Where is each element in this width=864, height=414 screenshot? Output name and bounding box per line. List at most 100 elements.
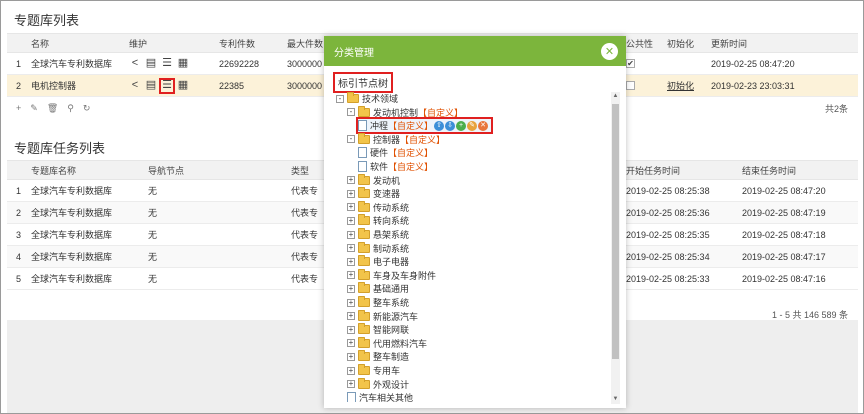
expand-icon[interactable]: +: [347, 325, 355, 334]
pagination-info: 1 - 5 共 146 589 条: [771, 310, 848, 320]
search-icon[interactable]: ⚲: [67, 103, 74, 114]
col-max: 最大件数: [287, 38, 324, 49]
public-checkbox[interactable]: ✔: [626, 59, 635, 68]
row-public: ✔: [626, 53, 635, 74]
move-up-icon[interactable]: ⇧: [434, 120, 445, 131]
expand-icon[interactable]: +: [347, 298, 355, 307]
expand-icon[interactable]: +: [347, 380, 355, 389]
dialog-title: 分类管理: [334, 48, 374, 59]
tree-node[interactable]: + 智能网联: [347, 323, 409, 336]
tree-node[interactable]: + 专用车: [347, 364, 400, 377]
collapse-icon[interactable]: -: [347, 135, 355, 144]
col-start: 开始任务时间: [626, 165, 681, 176]
scroll-up-icon[interactable]: ▲: [611, 92, 620, 101]
add-node-icon[interactable]: +: [456, 120, 467, 131]
tree-node[interactable]: - 技术领域: [336, 92, 398, 105]
row-max: 3000000: [287, 58, 323, 69]
expand-icon[interactable]: +: [347, 230, 355, 239]
tree-node[interactable]: - 控制器 【自定义】: [347, 132, 445, 146]
row-type: 代表专: [291, 230, 319, 240]
tree-node[interactable]: + 新能源汽车: [347, 309, 418, 323]
tree-node[interactable]: + 车身及车身附件: [347, 268, 437, 282]
topic-library-list-title: 专题库列表: [14, 13, 80, 28]
expand-icon[interactable]: +: [347, 244, 355, 253]
file-icon: [358, 161, 367, 172]
tree-node[interactable]: + 转向系统: [347, 214, 409, 227]
row-end: 2019-02-25 08:47:17: [742, 251, 826, 262]
add-icon[interactable]: +: [16, 103, 21, 113]
col-public: 公共性: [626, 38, 654, 49]
public-checkbox[interactable]: [626, 81, 635, 90]
expand-icon[interactable]: +: [347, 176, 355, 185]
tree-node[interactable]: + 传动系统: [347, 200, 410, 214]
file-icon: [347, 392, 356, 402]
expand-icon[interactable]: +: [347, 257, 355, 266]
share-icon[interactable]: <: [129, 58, 141, 70]
row-index: 3: [16, 229, 22, 240]
tree-node[interactable]: + 变速器: [347, 187, 400, 200]
expand-icon[interactable]: +: [347, 216, 355, 225]
list-icon[interactable]: ☰: [159, 77, 175, 94]
edit-doc-icon[interactable]: ▤: [145, 58, 157, 70]
collapse-icon[interactable]: -: [347, 108, 355, 117]
tree-node[interactable]: - 发动机控制 【自定义】: [347, 105, 463, 119]
tree-node[interactable]: + 整车系统: [347, 296, 409, 309]
tree-scrollbar[interactable]: ▲ ▼: [611, 92, 620, 404]
tree-node[interactable]: + 发动机: [347, 173, 400, 187]
expand-icon[interactable]: +: [347, 284, 355, 293]
col-name: 名称: [31, 38, 50, 49]
tree-node[interactable]: 汽车相关其他: [347, 391, 413, 402]
expand-icon[interactable]: +: [347, 339, 355, 348]
share-icon[interactable]: <: [129, 80, 141, 92]
edit-doc-icon[interactable]: ▤: [145, 80, 157, 92]
edit-node-icon[interactable]: ✎: [467, 120, 478, 131]
tree-node[interactable]: + 悬架系统: [347, 228, 409, 241]
tree-node[interactable]: + 制动系统: [347, 241, 409, 255]
tree-node-label: 控制器: [373, 134, 401, 145]
tree-node[interactable]: 软件 【自定义】: [358, 160, 433, 173]
custom-tag: 【自定义】: [388, 162, 434, 172]
tree-node[interactable]: + 电子电器: [347, 255, 409, 268]
row-start: 2019-02-25 08:25:36: [626, 207, 710, 218]
tree-node-label: 整车系统: [373, 298, 410, 308]
tree-node[interactable]: + 整车制造: [347, 350, 409, 363]
row-type: 代表专: [291, 274, 319, 284]
delete-icon[interactable]: 🗑: [47, 103, 58, 114]
init-link[interactable]: 初始化: [667, 79, 694, 92]
tree-node-label: 车身及车身附件: [373, 270, 437, 281]
grid-icon[interactable]: ▦: [177, 58, 189, 70]
col-count: 专利件数: [219, 38, 256, 49]
tree-node-label: 电子电器: [373, 257, 410, 268]
close-icon[interactable]: ✕: [601, 43, 618, 60]
tree-node[interactable]: + 外观设计: [347, 377, 409, 391]
tree-node-label: 软件: [370, 162, 389, 172]
grid-icon[interactable]: ▦: [177, 80, 189, 92]
row-updated: 2019-02-25 08:47:20: [711, 58, 795, 69]
tree-node-label: 传动系统: [373, 202, 410, 213]
refresh-icon[interactable]: ↻: [83, 103, 91, 114]
custom-tag: 【自定义】: [388, 121, 434, 132]
expand-icon[interactable]: +: [347, 271, 355, 280]
tree-node[interactable]: + 代用燃料汽车: [347, 336, 427, 350]
expand-icon[interactable]: +: [347, 312, 355, 321]
scroll-thumb[interactable]: [612, 104, 619, 359]
tree-node[interactable]: + 基础通用: [347, 282, 409, 295]
expand-icon[interactable]: +: [347, 352, 355, 361]
edit-icon[interactable]: ✎: [30, 103, 38, 114]
tree-node[interactable]: 冲程 【自定义】 ⇧ ⇩ + ✎ ✕: [355, 117, 494, 135]
tree-node-label: 汽车相关其他: [359, 393, 414, 402]
expand-icon[interactable]: +: [347, 366, 355, 375]
expand-icon[interactable]: +: [347, 203, 355, 212]
folder-icon: [358, 255, 370, 267]
folder-icon: [358, 377, 370, 389]
tree-node-label: 整车制造: [373, 352, 410, 363]
expand-icon[interactable]: +: [347, 189, 355, 198]
move-down-icon[interactable]: ⇩: [445, 120, 456, 131]
delete-node-icon[interactable]: ✕: [478, 120, 489, 131]
tree-node[interactable]: 硬件 【自定义】: [358, 146, 433, 159]
folder-icon: [347, 92, 359, 103]
row-index: 4: [16, 251, 22, 262]
collapse-icon[interactable]: -: [336, 94, 344, 103]
scroll-down-icon[interactable]: ▼: [611, 395, 620, 404]
list-icon[interactable]: ☰: [161, 58, 173, 70]
